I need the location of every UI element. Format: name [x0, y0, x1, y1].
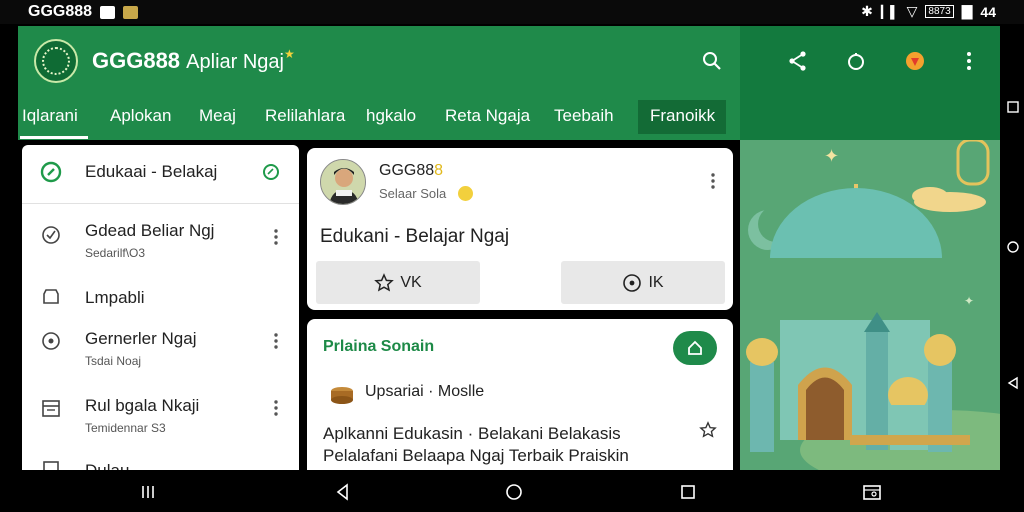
ik-button-label: IK: [648, 273, 664, 291]
back-side-icon[interactable]: [1006, 376, 1020, 390]
info-card-body: Aplkanni Edukasin · Belakani Belakasis P…: [323, 424, 629, 470]
profile-card-title: Edukani - Belajar Ngaj: [320, 226, 510, 247]
list-item[interactable]: Gdead Beliar Ngj Sedarilf\O3: [22, 215, 299, 269]
coin-icon: [458, 186, 473, 201]
list-item-title: Rul bgala Nkaji: [85, 396, 200, 415]
list-item[interactable]: Rul bgala Nkaji Temidennar S3: [22, 395, 299, 449]
app-bar: GGG888 Apliar Ngaj★ Iqlarani Aplokan Mea…: [18, 26, 740, 140]
signal-icon: ▎▌: [880, 4, 899, 19]
status-ring-icon: [263, 164, 279, 180]
more-vert-icon[interactable]: [273, 228, 279, 246]
bluetooth-icon: ✱: [861, 3, 873, 19]
battery-icon: 8873: [925, 5, 954, 18]
list-item-title: Gernerler Ngaj: [85, 329, 197, 348]
list-item[interactable]: Edukaai - Belakaj: [22, 145, 299, 204]
app-bar-extension: [740, 26, 1000, 140]
list-item[interactable]: Gernerler Ngaj Tsdai Noaj: [22, 328, 299, 382]
drum-icon: [331, 387, 353, 404]
compass-icon: [40, 161, 62, 183]
tab-3[interactable]: Meaj: [199, 106, 236, 126]
home-fab-button[interactable]: [673, 331, 717, 365]
profile-name: GGG888: [379, 162, 444, 179]
back-icon[interactable]: [333, 482, 353, 502]
search-icon[interactable]: [701, 50, 723, 72]
active-tab-indicator: [20, 136, 88, 139]
info-card-title: Prlaina Sonain: [323, 338, 435, 355]
overview-icon[interactable]: [678, 482, 698, 502]
list-item-title: Edukaai - Belakaj: [85, 162, 218, 181]
more-vert-icon[interactable]: [273, 332, 279, 350]
vk-button-label: VK: [400, 273, 422, 291]
more-vert-icon[interactable]: [273, 399, 279, 417]
app-title-main: GGG888: [92, 48, 181, 73]
profile-subtitle: Selaar Sola: [379, 186, 447, 201]
wifi-icon: ▽: [906, 3, 918, 19]
photo-icon: [100, 5, 116, 19]
tab-8[interactable]: Franoikk: [650, 106, 715, 126]
tab-4[interactable]: Relilahlara: [265, 106, 345, 126]
app-logo: [34, 39, 78, 83]
list-item-title: Lmpabli: [85, 288, 145, 307]
app-title-sub: Apliar Ngaj: [186, 51, 284, 73]
star-icon[interactable]: [699, 421, 717, 439]
trash-icon: ▇: [961, 3, 973, 19]
vk-button[interactable]: VK: [316, 261, 480, 304]
tab-bar: Iqlarani Aplokan Meaj Relilahlara hgkalo…: [18, 100, 740, 140]
profile-card: GGG888 Selaar Sola Edukani - Belajar Nga…: [307, 148, 733, 310]
tab-7[interactable]: Teebaih: [554, 106, 614, 126]
circle-icon: [42, 332, 60, 350]
more-vert-icon[interactable]: [958, 50, 980, 72]
clock-icon: [43, 289, 59, 304]
sparkle-icon: ★: [284, 47, 295, 61]
system-nav-bar: [0, 470, 1024, 512]
more-vert-icon[interactable]: [710, 172, 716, 190]
mosque-image: ✦ ✦: [740, 140, 1000, 470]
svg-text:✦: ✦: [964, 294, 974, 308]
calendar-icon: [42, 400, 60, 417]
info-card: Prlaina Sonain Upsariai · Moslle Aplkann…: [307, 319, 733, 470]
system-side-strip: [1000, 24, 1024, 470]
tab-1[interactable]: Iqlarani: [22, 106, 78, 126]
home-nav-icon[interactable]: [504, 482, 524, 502]
book-icon: [43, 461, 59, 470]
location-icon[interactable]: [904, 50, 926, 72]
side-list: Edukaai - Belakaj Gdead Beliar Ngj Sedar…: [22, 145, 299, 470]
home-icon: [688, 340, 702, 355]
carrier-label: GGG888: [28, 3, 93, 20]
share-icon[interactable]: [787, 50, 809, 72]
list-item[interactable]: Lmpabli: [22, 281, 299, 325]
list-item-title: Dulau: [85, 461, 129, 470]
status-right-label: 44: [980, 3, 996, 20]
svg-text:✦: ✦: [824, 146, 839, 167]
timer-icon[interactable]: [845, 50, 867, 72]
avatar: [320, 159, 366, 205]
recent-apps-icon[interactable]: [139, 482, 159, 502]
home-side-icon[interactable]: [1006, 240, 1020, 254]
notification-icon: [123, 5, 139, 19]
tab-6[interactable]: Reta Ngaja: [445, 106, 530, 126]
screenshot-icon[interactable]: [862, 482, 882, 502]
mosque-illustration: ✦ ✦: [740, 140, 1000, 470]
status-bar: GGG888 ✱ ▎▌ ▽ 8873 ▇ 44: [0, 0, 1024, 24]
info-row-label: Upsariai · Moslle: [365, 383, 485, 400]
list-item-title: Gdead Beliar Ngj: [85, 221, 215, 240]
list-item-subtitle: Sedarilf\O3: [85, 246, 146, 260]
list-item-subtitle: Temidennar S3: [85, 421, 166, 435]
target-icon: [623, 273, 642, 292]
tab-2[interactable]: Aplokan: [110, 106, 171, 126]
ik-button[interactable]: IK: [561, 261, 725, 304]
list-item-subtitle: Tsdai Noaj: [85, 354, 142, 368]
check-circle-icon: [42, 226, 60, 244]
app-title: GGG888 Apliar Ngaj★: [92, 47, 295, 74]
list-item[interactable]: Dulau: [22, 457, 299, 470]
star-icon: [374, 272, 395, 291]
tab-5[interactable]: hgkalo: [366, 106, 416, 126]
window-icon[interactable]: [1006, 100, 1020, 114]
screen: GGG888 ✱ ▎▌ ▽ 8873 ▇ 44 GGG888 Apliar Ng…: [0, 0, 1024, 512]
